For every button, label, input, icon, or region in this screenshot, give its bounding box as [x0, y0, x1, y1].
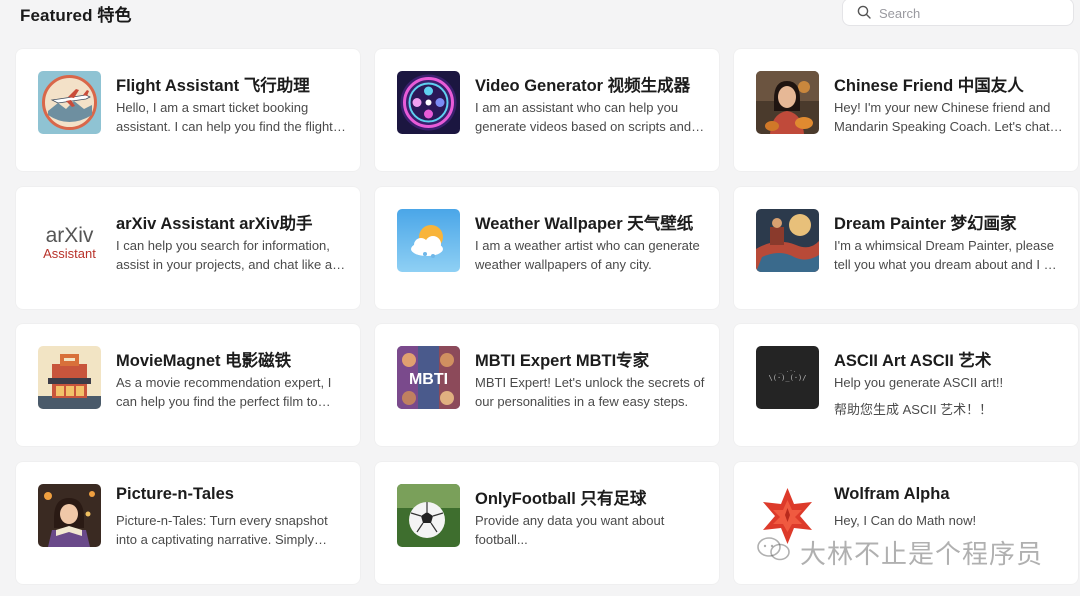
agent-grid: Flight Assistant 飞行助理 Hello, I am a smar… — [16, 49, 1078, 584]
search-input[interactable] — [879, 2, 1059, 24]
agent-card-title: arXiv Assistant arXiv助手 — [116, 214, 313, 233]
agent-card-dream-painter[interactable]: Dream Painter 梦幻画家 I'm a whimsical Dream… — [734, 186, 1078, 309]
dream-painting-thumbnail — [756, 208, 819, 272]
sun-cloud-thumbnail — [397, 208, 460, 272]
agent-card-moviemagnet[interactable]: MovieMagnet 电影磁铁 As a movie recommendati… — [16, 324, 360, 446]
agent-card-title: MBTI Expert MBTI专家 — [475, 352, 650, 370]
agent-card-wolfram-alpha[interactable]: Wolfram Alpha Hey, I Can do Math now! — [734, 461, 1078, 584]
agent-card-title: Wolfram Alpha — [834, 484, 950, 503]
agent-card-title: OnlyFootball 只有足球 — [475, 489, 647, 508]
mbti-logo-text: MBTI — [409, 371, 448, 388]
agent-card-title: ASCII Art ASCII 艺术 — [834, 352, 992, 370]
movie-theater-thumbnail — [38, 346, 101, 409]
agent-card-title: Weather Wallpaper 天气壁纸 — [475, 214, 694, 233]
search-box[interactable] — [842, 0, 1074, 26]
page-title: Featured 特色 — [20, 6, 132, 25]
agent-card-description: I am a weather artist who can generate w… — [475, 237, 700, 272]
agent-card-flight-assistant[interactable]: Flight Assistant 飞行助理 Hello, I am a smar… — [16, 49, 360, 171]
agent-card-title: Flight Assistant 飞行助理 — [116, 77, 310, 95]
agent-card-weather-wallpaper[interactable]: Weather Wallpaper 天气壁纸 I am a weather ar… — [375, 186, 719, 309]
airplane-thumbnail — [38, 71, 101, 134]
header: Featured 特色 — [0, 0, 1080, 40]
agent-card-description: Hey! I'm your new Chinese friend and Man… — [834, 100, 1051, 134]
film-reel-thumbnail — [397, 71, 460, 134]
woman-portrait-thumbnail — [756, 71, 819, 134]
arxiv-logo-thumbnail: arXiv Assistant — [38, 208, 101, 272]
agent-card-description: I can help you search for information, a… — [116, 237, 333, 272]
agent-card-title: MovieMagnet 电影磁铁 — [116, 352, 292, 370]
wolfram-star-thumbnail — [756, 483, 819, 547]
agent-card-picture-n-tales[interactable]: Picture-n-Tales Picture-n-Tales: Turn ev… — [16, 461, 360, 584]
agent-card-description: Hello, I am a smart ticket booking assis… — [116, 100, 333, 134]
agent-card-description: I'm a whimsical Dream Painter, please te… — [834, 237, 1062, 272]
soccer-ball-thumbnail — [397, 483, 460, 547]
agent-card-title: Video Generator 视频生成器 — [475, 77, 691, 95]
agent-card-title: Dream Painter 梦幻画家 — [834, 214, 1017, 233]
svg-text:_ .-.: _ .-. — [778, 367, 796, 374]
agent-card-title: Chinese Friend 中国友人 — [834, 77, 1024, 95]
search-icon — [857, 5, 871, 19]
svg-text:\(·)_(·)/: \(·)_(·)/ — [769, 374, 807, 382]
agent-card-chinese-friend[interactable]: Chinese Friend 中国友人 Hey! I'm your new Ch… — [734, 49, 1078, 171]
assistant-logo-text: Assistant — [43, 246, 96, 261]
agent-card-onlyfootball[interactable]: OnlyFootball 只有足球 Provide any data you w… — [375, 461, 719, 584]
agent-card-ascii-art[interactable]: \(·)_(·)/ _ .-. ASCII Art ASCII 艺术 Help … — [734, 324, 1078, 446]
agent-card-description: Hey, I Can do Math now! — [834, 512, 977, 528]
agent-card-mbti-expert[interactable]: MBTI MBTI Expert MBTI专家 MBTI Expert! Let… — [375, 324, 719, 446]
mbti-thumbnail: MBTI — [397, 346, 460, 409]
agent-card-arxiv-assistant[interactable]: arXiv Assistant arXiv Assistant arXiv助手 … — [16, 186, 360, 309]
agent-card-description: I am an assistant who can help you gener… — [475, 100, 692, 134]
arxiv-logo-text: arXiv — [46, 224, 94, 247]
agent-card-description-secondary: 帮助您生成 ASCII 艺术！！ — [834, 402, 993, 417]
agent-card-description: Provide any data you want about football… — [475, 512, 665, 547]
agent-card-description: Help you generate ASCII art!! — [834, 375, 1004, 390]
reading-girl-thumbnail — [38, 483, 101, 547]
agent-card-description: MBTI Expert! Let's unlock the secrets of… — [475, 375, 705, 409]
agent-card-video-generator[interactable]: Video Generator 视频生成器 I am an assistant … — [375, 49, 719, 171]
agent-card-description: Picture-n-Tales: Turn every snapshot int… — [116, 512, 328, 547]
agent-card-title: Picture-n-Tales — [116, 484, 234, 503]
agent-card-description: As a movie recommendation expert, I can … — [116, 375, 332, 409]
ascii-art-thumbnail: \(·)_(·)/ _ .-. — [756, 346, 819, 409]
